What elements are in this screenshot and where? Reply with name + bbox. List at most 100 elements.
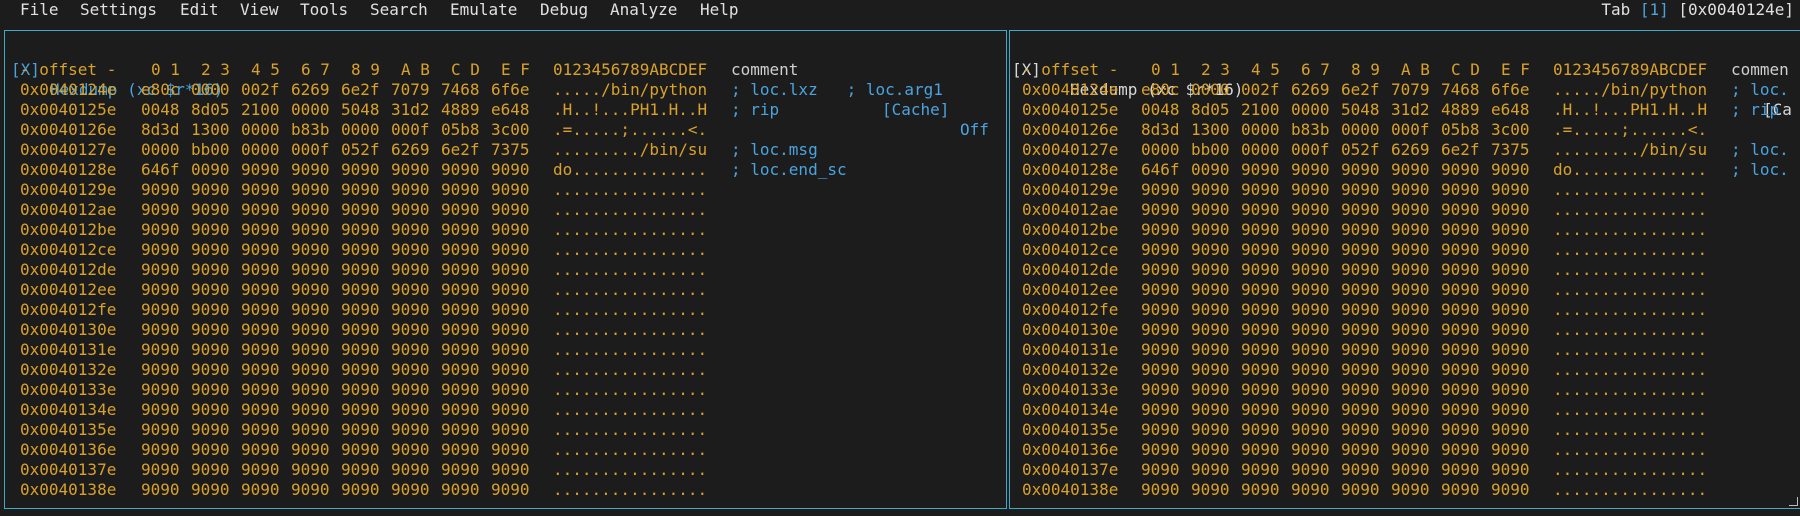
hex-word[interactable]: 9090: [141, 260, 180, 280]
hex-word[interactable]: 9090: [1491, 380, 1530, 400]
row-offset[interactable]: 0x0040124e: [20, 80, 116, 100]
hex-word[interactable]: 9090: [1191, 180, 1230, 200]
hex-word[interactable]: 9090: [391, 300, 430, 320]
hex-word[interactable]: 9090: [1191, 280, 1230, 300]
hex-word[interactable]: 9090: [391, 220, 430, 240]
hex-word[interactable]: 9090: [1391, 240, 1430, 260]
hex-word[interactable]: 0000: [1341, 120, 1380, 140]
hex-word[interactable]: 9090: [441, 200, 480, 220]
hex-word[interactable]: 4889: [441, 100, 480, 120]
hex-word[interactable]: 0000: [191, 80, 230, 100]
hex-word[interactable]: 9090: [1491, 220, 1530, 240]
hex-word[interactable]: 052f: [1341, 140, 1380, 160]
hexdump-row[interactable]: 0x004012de 9090 9090 9090 9090 9090 9090 9090 90…: [5, 260, 1006, 280]
hex-word[interactable]: 0000: [291, 100, 330, 120]
ascii-column[interactable]: ...../bin/python: [553, 80, 707, 100]
hex-word[interactable]: 9090: [1391, 320, 1430, 340]
hex-word[interactable]: 9090: [341, 400, 380, 420]
hex-word[interactable]: 9090: [241, 440, 280, 460]
hex-word[interactable]: 9090: [441, 320, 480, 340]
hex-word[interactable]: 9090: [341, 460, 380, 480]
hex-word[interactable]: 9090: [141, 400, 180, 420]
hex-word[interactable]: 9090: [341, 340, 380, 360]
row-offset[interactable]: 0x004012be: [20, 220, 116, 240]
ascii-column[interactable]: ................: [1553, 320, 1707, 340]
hex-word[interactable]: 9090: [1141, 400, 1180, 420]
hex-word[interactable]: 5048: [341, 100, 380, 120]
hex-word[interactable]: 9090: [1341, 300, 1380, 320]
hexdump-row[interactable]: 0x0040124e e80c 0000 002f 6269 6e2f 7079 7468 6f…: [1010, 80, 1800, 100]
hexdump-row[interactable]: 0x0040138e 9090 9090 9090 9090 9090 9090 9090 90…: [1010, 480, 1800, 500]
row-offset[interactable]: 0x004012ee: [20, 280, 116, 300]
hex-word[interactable]: 9090: [491, 240, 530, 260]
hex-word[interactable]: 9090: [391, 360, 430, 380]
hex-word[interactable]: 9090: [391, 280, 430, 300]
hex-word[interactable]: 002f: [241, 80, 280, 100]
hex-word[interactable]: 8d05: [191, 100, 230, 120]
hex-word[interactable]: 9090: [1241, 380, 1280, 400]
hex-word[interactable]: 9090: [291, 220, 330, 240]
hex-word[interactable]: 9090: [291, 160, 330, 180]
hex-word[interactable]: 9090: [141, 240, 180, 260]
hex-word[interactable]: e80c: [1141, 80, 1180, 100]
hex-word[interactable]: 7468: [1441, 80, 1480, 100]
hex-word[interactable]: 9090: [241, 400, 280, 420]
row-offset[interactable]: 0x0040127e: [20, 140, 116, 160]
hex-word[interactable]: 9090: [1191, 360, 1230, 380]
hexdump-row[interactable]: 0x0040129e 9090 9090 9090 9090 9090 9090 9090 90…: [1010, 180, 1800, 200]
hexdump-row[interactable]: 0x0040136e 9090 9090 9090 9090 9090 9090 9090 90…: [5, 440, 1006, 460]
hex-word[interactable]: 9090: [441, 360, 480, 380]
hex-word[interactable]: 9090: [1341, 480, 1380, 500]
hexdump-row[interactable]: 0x004012ee 9090 9090 9090 9090 9090 9090 9090 90…: [5, 280, 1006, 300]
hex-word[interactable]: 9090: [1141, 380, 1180, 400]
row-offset[interactable]: 0x0040130e: [20, 320, 116, 340]
hex-word[interactable]: 9090: [1241, 320, 1280, 340]
hex-word[interactable]: 0000: [1241, 140, 1280, 160]
hex-word[interactable]: 9090: [1141, 460, 1180, 480]
hex-word[interactable]: 9090: [341, 160, 380, 180]
hex-word[interactable]: 9090: [241, 480, 280, 500]
hex-word[interactable]: 9090: [1191, 220, 1230, 240]
hex-word[interactable]: 9090: [191, 320, 230, 340]
hex-word[interactable]: 9090: [1491, 340, 1530, 360]
hex-word[interactable]: 9090: [1341, 400, 1380, 420]
hex-word[interactable]: 9090: [1391, 380, 1430, 400]
hex-word[interactable]: 9090: [191, 240, 230, 260]
hex-word[interactable]: 0048: [141, 100, 180, 120]
row-offset[interactable]: 0x0040133e: [20, 380, 116, 400]
hex-word[interactable]: 9090: [441, 400, 480, 420]
hex-word[interactable]: 9090: [341, 220, 380, 240]
row-offset[interactable]: 0x0040125e: [20, 100, 116, 120]
hex-word[interactable]: 9090: [1291, 280, 1330, 300]
hex-word[interactable]: 7375: [491, 140, 530, 160]
hex-word[interactable]: 9090: [341, 300, 380, 320]
hex-word[interactable]: 9090: [291, 260, 330, 280]
hexdump-row[interactable]: 0x0040138e 9090 9090 9090 9090 9090 9090 9090 90…: [5, 480, 1006, 500]
ascii-column[interactable]: ................: [1553, 380, 1707, 400]
row-offset[interactable]: 0x0040136e: [1022, 440, 1118, 460]
hex-word[interactable]: 9090: [1491, 320, 1530, 340]
hex-word[interactable]: 9090: [191, 360, 230, 380]
hexdump-row[interactable]: 0x004012be 9090 9090 9090 9090 9090 9090 9090 90…: [5, 220, 1006, 240]
row-offset[interactable]: 0x004012ee: [1022, 280, 1118, 300]
hex-word[interactable]: 9090: [341, 240, 380, 260]
hex-word[interactable]: 9090: [191, 460, 230, 480]
hex-word[interactable]: 9090: [1141, 280, 1180, 300]
hex-word[interactable]: 9090: [1391, 260, 1430, 280]
row-offset[interactable]: 0x0040138e: [1022, 480, 1118, 500]
hex-word[interactable]: 9090: [1391, 180, 1430, 200]
hex-word[interactable]: 9090: [1391, 160, 1430, 180]
hex-word[interactable]: 9090: [1341, 240, 1380, 260]
hex-word[interactable]: 9090: [1341, 180, 1380, 200]
hex-word[interactable]: 9090: [1291, 240, 1330, 260]
hexdump-row[interactable]: 0x0040133e 9090 9090 9090 9090 9090 9090 9090 90…: [5, 380, 1006, 400]
ascii-column[interactable]: ................: [1553, 360, 1707, 380]
ascii-column[interactable]: .=.....;......<.: [553, 120, 707, 140]
hex-word[interactable]: 9090: [191, 200, 230, 220]
hex-word[interactable]: 3c00: [491, 120, 530, 140]
hex-word[interactable]: 9090: [141, 480, 180, 500]
hex-word[interactable]: 9090: [291, 380, 330, 400]
hex-word[interactable]: 052f: [341, 140, 380, 160]
row-offset[interactable]: 0x004012de: [20, 260, 116, 280]
hex-word[interactable]: 7468: [441, 80, 480, 100]
